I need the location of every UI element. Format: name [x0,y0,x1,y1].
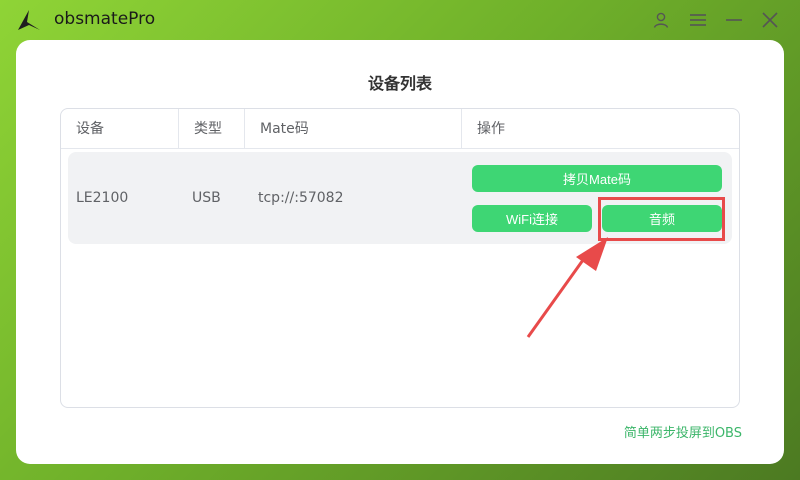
title-bar: obsmatePro [0,0,800,40]
header-mate: Mate码 [244,109,461,149]
app-title: obsmatePro [54,9,156,29]
page-title: 设备列表 [367,74,432,93]
pointer-arrow-icon [526,237,608,338]
cell-device: LE2100 [76,190,129,206]
menu-icon[interactable] [687,9,709,31]
wifi-connect-button[interactable]: WiFi连接 [472,205,592,232]
header-actions: 操作 [461,109,739,149]
device-table: 设备 类型 Mate码 操作 LE2100 USB tcp://:57082 拷… [60,108,740,408]
copy-mate-button[interactable]: 拷贝Mate码 [472,165,722,192]
table-header: 设备 类型 Mate码 操作 [61,109,739,149]
app-logo-icon [18,10,40,30]
minimize-icon[interactable] [723,9,745,31]
close-icon[interactable] [759,9,781,31]
cell-mate: tcp://:57082 [258,190,344,206]
cell-type: USB [192,190,221,206]
main-card: 设备列表 设备 类型 Mate码 操作 LE2100 USB tcp://:57… [16,40,784,464]
user-icon[interactable] [650,9,672,31]
obs-guide-link[interactable]: 简单两步投屏到OBS [624,422,742,441]
header-type: 类型 [178,109,244,149]
header-device: 设备 [76,121,104,137]
